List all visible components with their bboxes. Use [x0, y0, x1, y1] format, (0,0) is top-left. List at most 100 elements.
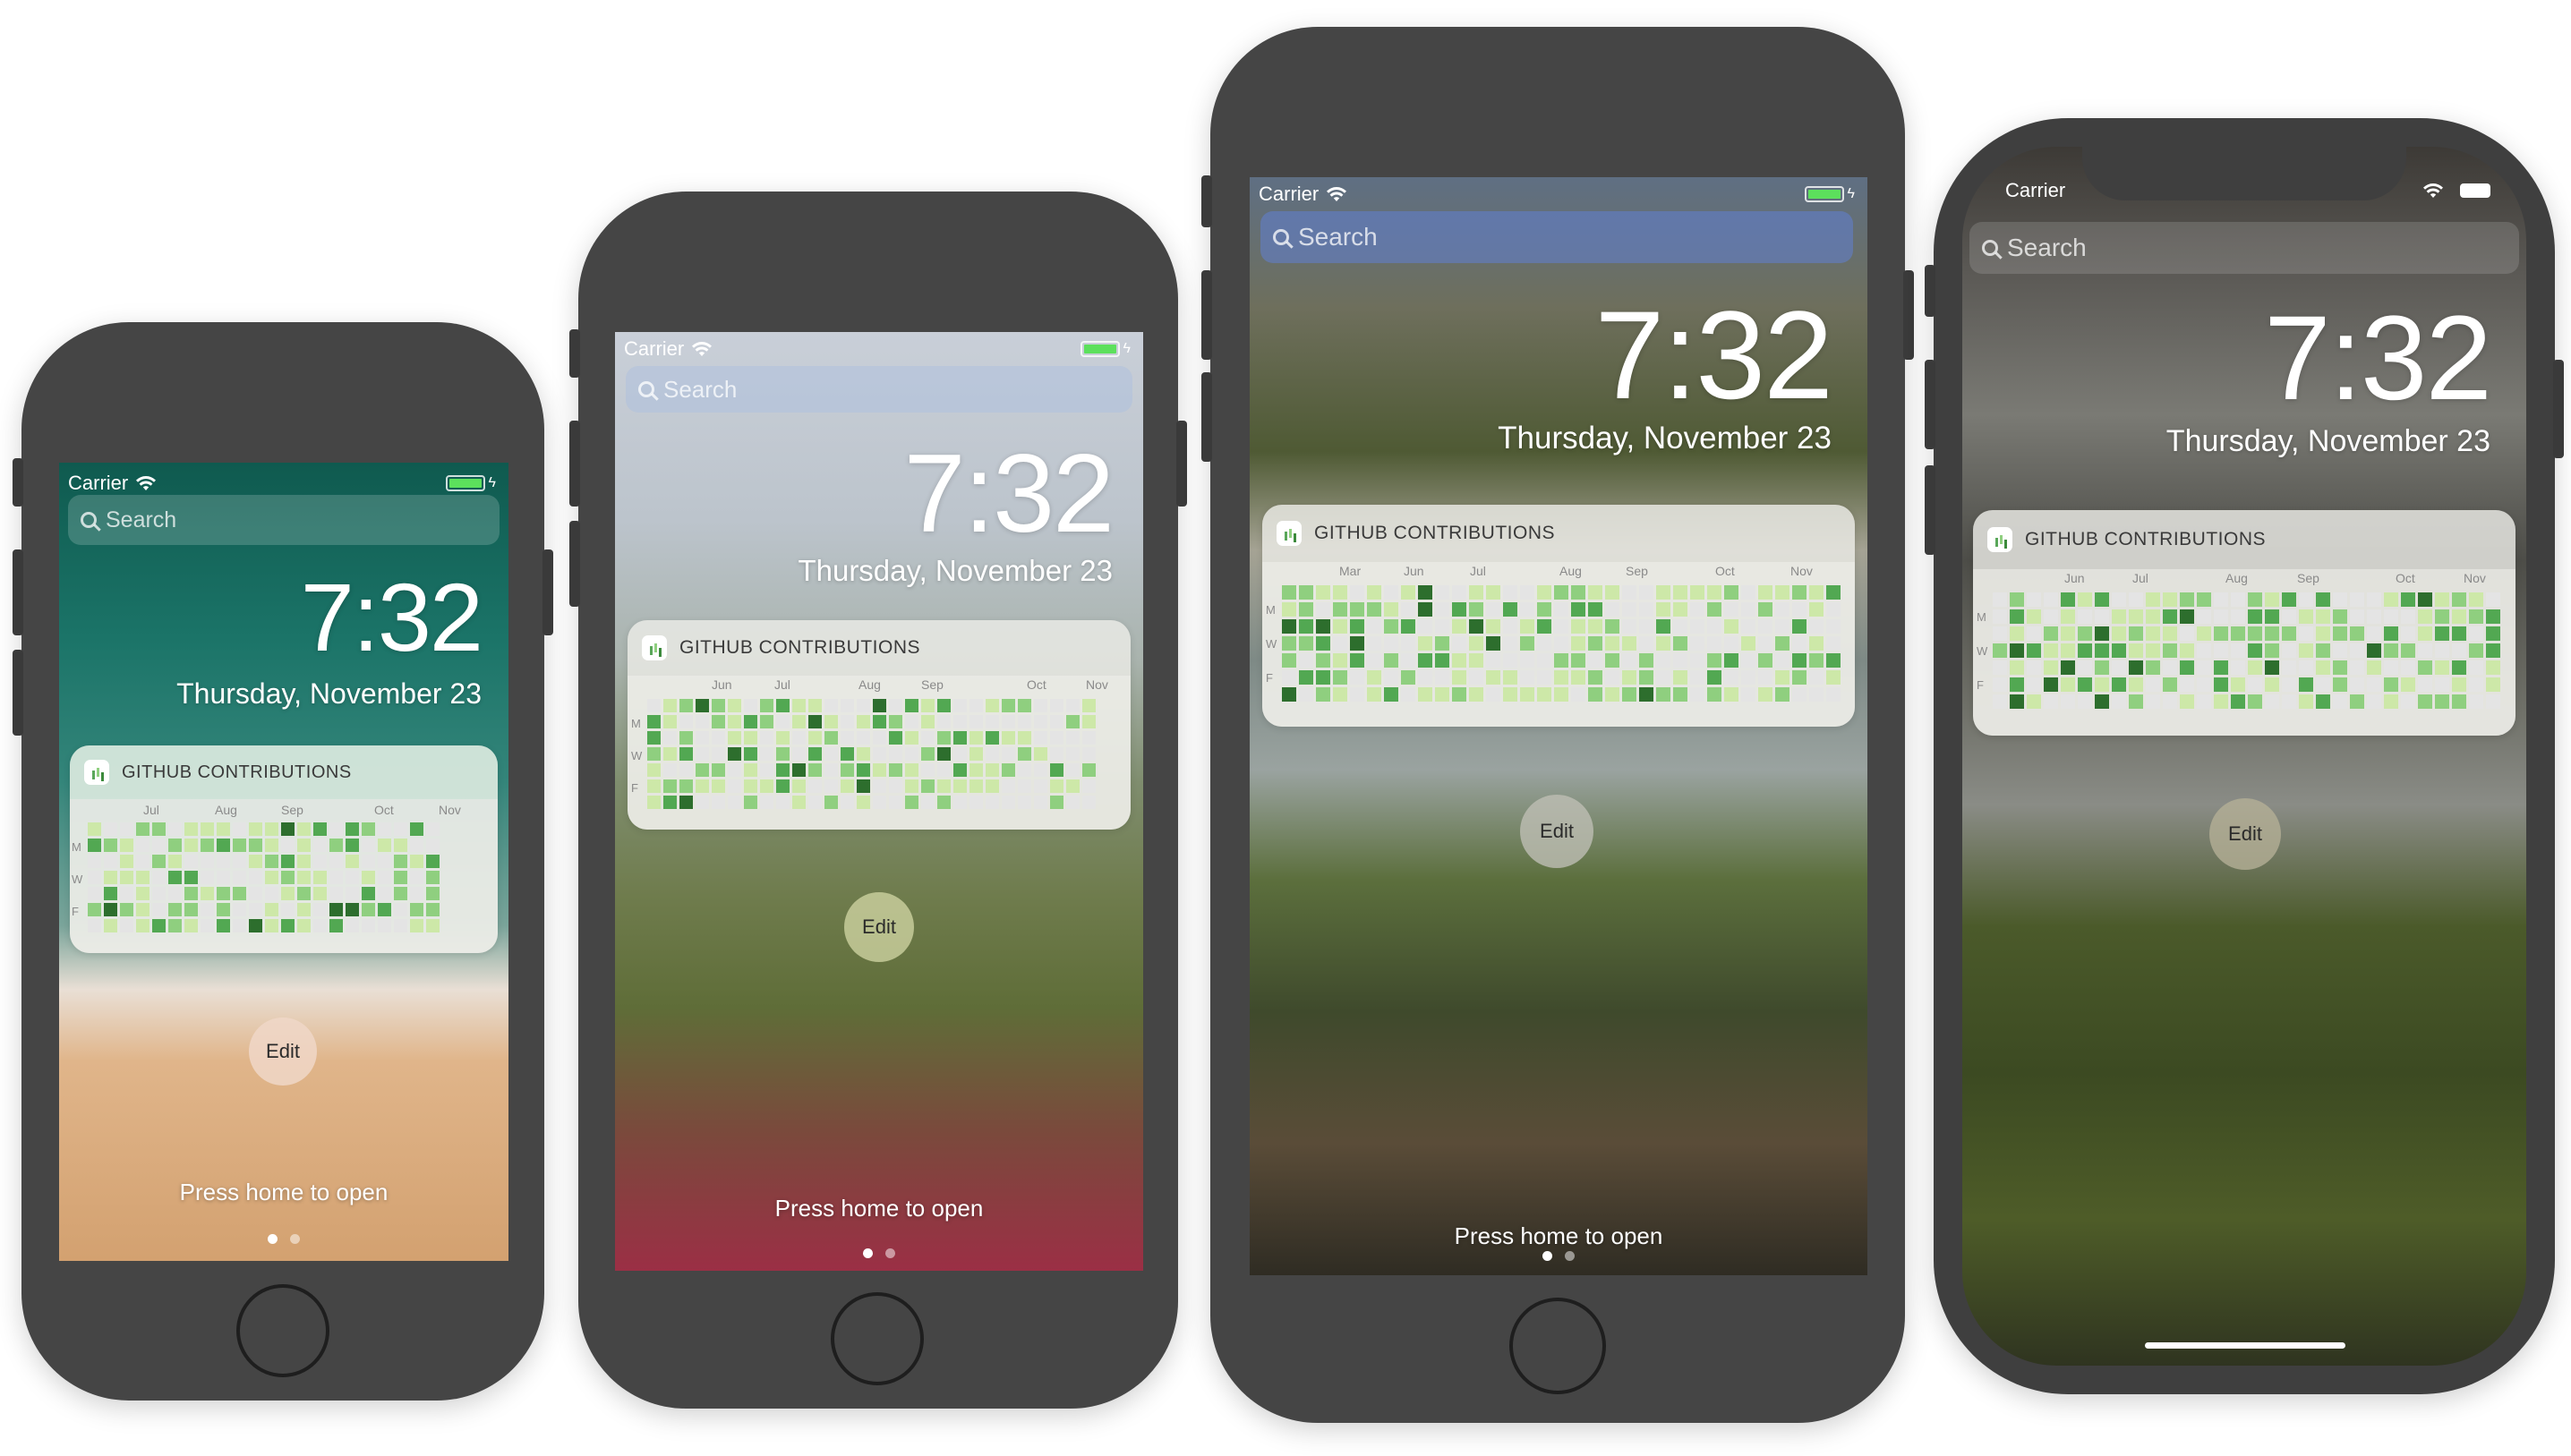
contribution-cell: [152, 887, 166, 900]
search-bar[interactable]: Search: [1969, 222, 2519, 274]
contribution-cell: [1401, 687, 1415, 702]
contribution-cell: [2367, 677, 2381, 692]
contribution-cell: [410, 855, 423, 868]
edit-button[interactable]: Edit: [2209, 798, 2281, 870]
contribution-cell: [1299, 687, 1313, 702]
contribution-cell: [2248, 694, 2262, 709]
lock-screen-2[interactable]: Carrier ϟ Search 7:32 Thursday, November…: [615, 332, 1143, 1271]
month-label: Oct: [374, 803, 394, 817]
edit-button[interactable]: Edit: [844, 892, 914, 962]
contribution-cell: [2078, 592, 2092, 607]
day-label: F: [631, 781, 638, 795]
contribution-cell: [760, 731, 773, 745]
contribution-cell: [378, 855, 391, 868]
contribution-cell: [2095, 677, 2109, 692]
contribution-cell: [921, 779, 935, 793]
contribution-cell: [136, 887, 149, 900]
contribution-cell: [1401, 670, 1415, 685]
month-label: Sep: [921, 677, 944, 692]
volume-up-button: [13, 549, 23, 635]
contribution-cell: [2418, 694, 2432, 709]
contribution-cell: [2146, 660, 2160, 675]
contribution-cell: [2367, 660, 2381, 675]
search-icon: [1982, 240, 1998, 256]
month-label: Jul: [2132, 571, 2148, 585]
contribution-cell: [2316, 609, 2330, 624]
contribution-cell: [136, 839, 149, 852]
month-label: Jun: [1404, 564, 1424, 578]
contribution-cell: [2333, 660, 2347, 675]
contribution-cell: [329, 903, 343, 916]
contribution-cell: [1809, 619, 1824, 634]
contribution-cell: [2112, 660, 2126, 675]
widget-title: GITHUB CONTRIBUTIONS: [679, 637, 921, 658]
github-widget[interactable]: GITHUB CONTRIBUTIONS Jul Aug Sep Oct Nov…: [70, 745, 498, 953]
mute-switch: [1201, 175, 1212, 227]
contribution-cell: [1758, 585, 1772, 600]
edit-button[interactable]: Edit: [249, 1017, 317, 1086]
contribution-cell: [1588, 653, 1602, 668]
volume-down-button: [1201, 372, 1212, 462]
contribution-cell: [1082, 779, 1096, 793]
contribution-cell: [2401, 609, 2415, 624]
contribution-cell: [1486, 585, 1500, 600]
lock-screen-4[interactable]: Carrier Search 7:32 Thursday, November 2…: [1962, 147, 2526, 1366]
lock-screen-1[interactable]: Carrier ϟ Search 7:32 Thursday, November…: [59, 463, 508, 1261]
home-indicator[interactable]: [2145, 1342, 2345, 1349]
search-bar[interactable]: Search: [626, 366, 1132, 413]
volume-down-button: [1925, 465, 1935, 555]
contribution-cell: [2265, 694, 2279, 709]
home-button[interactable]: [1509, 1298, 1606, 1394]
contribution-cell: [2401, 643, 2415, 658]
contribution-cell: [728, 715, 741, 728]
contribution-cell: [969, 699, 983, 712]
search-bar[interactable]: Search: [68, 495, 500, 545]
contribution-cell: [346, 903, 359, 916]
contribution-cell: [1282, 585, 1296, 600]
contribution-cell: [1066, 699, 1080, 712]
contribution-cell: [2231, 660, 2245, 675]
contribution-cell: [921, 699, 935, 712]
contribution-cell: [2316, 626, 2330, 641]
contribution-cell: [1571, 653, 1585, 668]
contribution-cell: [986, 699, 999, 712]
contribution-cell: [2316, 677, 2330, 692]
contribution-cell: [1282, 602, 1296, 617]
contribution-cell: [712, 779, 725, 793]
contribution-cell: [1418, 619, 1432, 634]
day-label: W: [1977, 644, 1988, 658]
github-widget[interactable]: GITHUB CONTRIBUTIONS Jun Jul Aug Sep Oct…: [628, 620, 1131, 830]
contribution-cell: [426, 887, 440, 900]
contribution-cell: [120, 822, 133, 836]
contribution-cell: [426, 919, 440, 932]
home-button[interactable]: [236, 1284, 329, 1377]
contribution-cell: [362, 839, 375, 852]
github-widget[interactable]: GITHUB CONTRIBUTIONS Mar Jun Jul Aug Sep…: [1262, 505, 1855, 727]
contribution-cell: [1401, 585, 1415, 600]
contribution-cell: [1690, 602, 1704, 617]
contribution-cell: [2350, 677, 2364, 692]
contribution-cell: [2078, 660, 2092, 675]
github-widget[interactable]: GITHUB CONTRIBUTIONS Jun Jul Aug Sep Oct…: [1973, 510, 2515, 736]
contribution-cell: [1588, 585, 1602, 600]
home-button[interactable]: [831, 1292, 924, 1385]
contribution-cell: [1316, 619, 1330, 634]
widget-title: GITHUB CONTRIBUTIONS: [2025, 529, 2267, 549]
contribution-cell: [1656, 653, 1670, 668]
contribution-cell: [233, 871, 246, 884]
lock-screen-3[interactable]: Carrier ϟ Search 7:32 Thursday, November…: [1250, 177, 1867, 1275]
contribution-cell: [410, 887, 423, 900]
contribution-cell: [1775, 585, 1789, 600]
edit-button[interactable]: Edit: [1520, 795, 1593, 868]
contribution-cell: [1469, 670, 1483, 685]
weekday-labels: M W F: [1266, 583, 1280, 718]
contribution-cell: [2010, 660, 2024, 675]
contribution-cell: [1333, 619, 1347, 634]
search-bar[interactable]: Search: [1260, 211, 1853, 263]
contribution-cell: [1571, 585, 1585, 600]
contribution-cell: [2299, 660, 2313, 675]
contribution-cell: [2027, 694, 2041, 709]
contribution-cell: [1050, 699, 1063, 712]
contribution-cell: [1656, 687, 1670, 702]
contribution-cell: [2384, 660, 2398, 675]
